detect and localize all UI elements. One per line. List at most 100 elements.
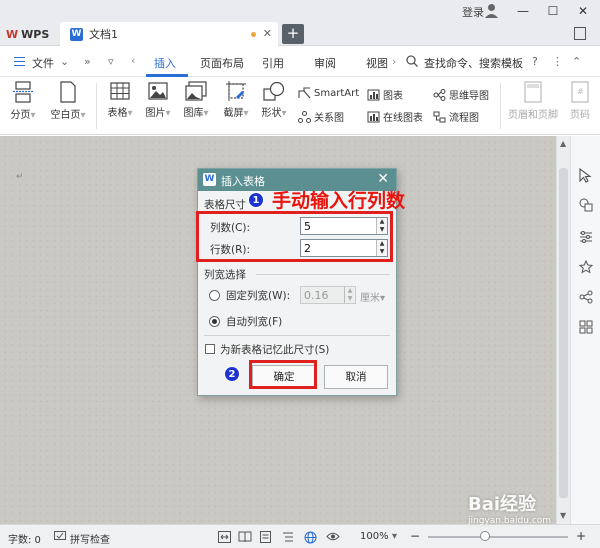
- properties-sliders-icon[interactable]: [579, 230, 593, 247]
- page-view-icon[interactable]: [260, 531, 271, 546]
- shape-button[interactable]: 形状▾: [258, 81, 290, 119]
- collapse-ribbon-icon[interactable]: ⌃: [572, 55, 581, 68]
- header-footer-button[interactable]: 页眉和页脚: [504, 81, 562, 121]
- tab-page-layout[interactable]: 页面布局: [200, 55, 244, 71]
- scroll-down-icon[interactable]: ▼: [560, 511, 566, 520]
- zoom-level[interactable]: 100%: [360, 531, 389, 542]
- gallery-button[interactable]: 图库▾: [180, 81, 212, 119]
- smartart-button[interactable]: SmartArt: [298, 87, 359, 99]
- word-count[interactable]: 字数: 0: [8, 531, 41, 546]
- zoom-out-icon[interactable]: −: [410, 529, 420, 543]
- scroll-tabs-right-icon[interactable]: ›: [392, 55, 396, 68]
- select-pointer-icon[interactable]: [579, 167, 592, 186]
- blank-page-button[interactable]: 空白页▾: [48, 81, 88, 121]
- vertical-scrollbar[interactable]: ▲ ▼: [556, 136, 570, 524]
- tab-references[interactable]: 引用: [262, 55, 284, 71]
- online-chart-button[interactable]: 在线图表: [367, 109, 423, 124]
- fixed-width-radio[interactable]: [209, 290, 220, 301]
- star-favorite-icon[interactable]: [578, 259, 594, 277]
- more-left-icon[interactable]: »: [84, 55, 91, 68]
- baidu-jingyan-watermark: Bai经验 jingyan.baidu.com: [468, 490, 551, 526]
- decrement-icon[interactable]: ▼: [345, 295, 355, 303]
- file-dropdown-chevron-icon[interactable]: ⌄: [60, 55, 69, 68]
- scroll-tabs-left-icon[interactable]: ‹: [131, 54, 135, 67]
- fixed-width-input[interactable]: 0.16: [304, 289, 329, 302]
- fixed-width-stepper[interactable]: 0.16 ▲ ▼: [300, 286, 356, 304]
- table-button[interactable]: 表格▾: [104, 81, 136, 119]
- maximize-button[interactable]: ☐: [542, 2, 564, 20]
- picture-button[interactable]: 图片▾: [142, 81, 174, 119]
- title-bar: 登录 — ☐ ✕: [0, 0, 600, 22]
- app-name: WPS: [21, 27, 50, 41]
- user-avatar-icon[interactable]: [485, 3, 498, 21]
- command-search-input[interactable]: 查找命令、搜索模板: [424, 55, 523, 71]
- relation-chart-icon: [298, 110, 311, 123]
- mindmap-button[interactable]: 思维导图: [433, 87, 489, 102]
- main-menu-icon[interactable]: [14, 57, 25, 66]
- new-tab-button[interactable]: +: [282, 24, 304, 44]
- dialog-title: 插入表格: [221, 175, 265, 188]
- page-break-icon: [13, 81, 33, 103]
- login-link[interactable]: 登录: [462, 4, 484, 20]
- chart-icon: [367, 89, 380, 100]
- auto-width-radio[interactable]: [209, 316, 220, 327]
- wps-logo[interactable]: W WPS: [6, 26, 49, 42]
- tab-review[interactable]: 审阅: [314, 55, 336, 71]
- remember-size-label: 为新表格记忆此尺寸(S): [220, 344, 330, 356]
- column-width-section-label: 列宽选择: [204, 269, 246, 281]
- dialog-close-icon[interactable]: ✕: [377, 171, 389, 187]
- page-break-button[interactable]: 分页▾: [8, 81, 38, 121]
- shapes-panel-icon[interactable]: [579, 198, 593, 215]
- fixed-width-stepper-arrows[interactable]: ▲ ▼: [344, 287, 355, 303]
- auto-width-label: 自动列宽(F): [226, 316, 283, 328]
- blank-page-icon: [60, 81, 76, 103]
- unsaved-dot-icon: [251, 32, 256, 37]
- eye-protection-icon[interactable]: [326, 531, 340, 545]
- chart-button[interactable]: 图表: [367, 87, 403, 102]
- more-options-icon[interactable]: ⋮: [552, 55, 563, 68]
- document-tab[interactable]: W 文档1 ✕: [60, 22, 278, 46]
- section-divider: [256, 274, 390, 275]
- step-2-badge: 2: [224, 366, 240, 382]
- minimize-button[interactable]: —: [512, 2, 534, 20]
- zoom-dropdown-chevron-icon[interactable]: ▾: [392, 531, 397, 542]
- web-view-icon[interactable]: [304, 531, 317, 547]
- scroll-up-icon[interactable]: ▲: [560, 139, 566, 148]
- flowchart-label: 流程图: [449, 113, 479, 124]
- mindmap-label: 思维导图: [449, 91, 489, 102]
- page-number-button[interactable]: # 页码: [566, 81, 594, 121]
- close-tab-icon[interactable]: ✕: [263, 27, 272, 40]
- cancel-button[interactable]: 取消: [324, 365, 388, 389]
- online-chart-label: 在线图表: [383, 113, 423, 124]
- tab-view[interactable]: 视图: [366, 55, 390, 71]
- fit-width-icon[interactable]: [218, 531, 231, 546]
- scrollbar-thumb[interactable]: [559, 168, 568, 498]
- close-window-button[interactable]: ✕: [572, 2, 594, 20]
- increment-icon[interactable]: ▲: [345, 287, 355, 295]
- tab-insert[interactable]: 插入: [154, 55, 176, 71]
- writer-app-icon: W: [203, 173, 216, 186]
- apps-grid-icon[interactable]: [579, 320, 593, 337]
- unit-dropdown[interactable]: 厘米▾: [360, 289, 385, 304]
- relation-chart-button[interactable]: 关系图: [298, 109, 344, 124]
- spellcheck-label[interactable]: 拼写检查: [70, 531, 110, 546]
- help-icon[interactable]: ?: [532, 55, 538, 68]
- file-menu[interactable]: 文件: [32, 55, 54, 71]
- read-mode-icon[interactable]: [238, 531, 252, 546]
- sidebar-toggle-icon[interactable]: [574, 27, 586, 40]
- zoom-slider[interactable]: [428, 536, 568, 538]
- search-icon: [406, 55, 418, 70]
- outline-view-icon[interactable]: [282, 531, 294, 546]
- remember-size-checkbox[interactable]: [205, 344, 215, 354]
- status-bar: 字数: 0 拼写检查 100% ▾ − +: [0, 524, 600, 548]
- gallery-icon: [185, 81, 207, 101]
- spellcheck-icon[interactable]: [54, 531, 66, 545]
- share-icon[interactable]: [579, 290, 593, 307]
- zoom-in-icon[interactable]: +: [576, 529, 586, 543]
- section-divider: [204, 335, 390, 336]
- flowchart-button[interactable]: 流程图: [433, 109, 479, 124]
- tab-bar: W WPS W 文档1 ✕ +: [0, 22, 600, 46]
- quick-access-dropdown-icon[interactable]: ▿: [108, 55, 114, 68]
- zoom-slider-handle[interactable]: [480, 531, 490, 541]
- screenshot-button[interactable]: 截屏▾: [220, 81, 252, 119]
